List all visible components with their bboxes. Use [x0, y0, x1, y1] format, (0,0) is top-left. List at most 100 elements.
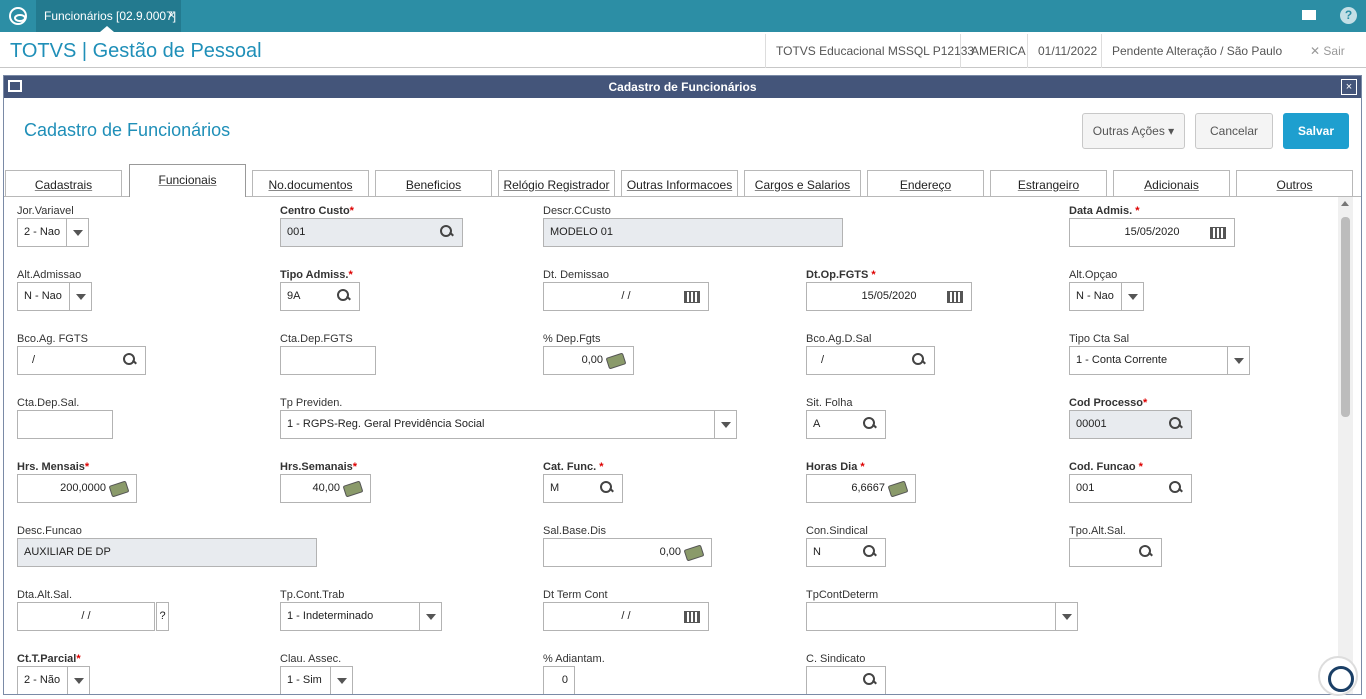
label-pct-adiantam: % Adiantam. [543, 653, 605, 665]
tipo-cta-sal-select[interactable]: 1 - Conta Corrente [1069, 346, 1250, 375]
pct-dep-fgts-input[interactable]: 0,00 [543, 346, 634, 375]
bco-ag-d-sal-input[interactable]: / [806, 346, 935, 375]
label-desc-funcao: Desc.Funcao [17, 525, 82, 537]
tipo-admiss-input[interactable]: 9A [280, 282, 360, 311]
chevron-down-icon [69, 283, 91, 310]
dt-term-cont-input[interactable]: / / [543, 602, 709, 631]
tab-no-documentos[interactable]: No.documentos [252, 170, 369, 196]
chevron-down-icon [67, 667, 89, 694]
tab-outros[interactable]: Outros [1236, 170, 1353, 196]
tab-funcionais[interactable]: Funcionais [129, 164, 246, 197]
exit-button[interactable]: ✕ Sair [1298, 34, 1345, 68]
tab-beneficios[interactable]: Beneficios [375, 170, 492, 196]
calculator-icon[interactable] [342, 480, 364, 498]
label-tp-cont-determ: TpContDeterm [806, 589, 879, 601]
data-admis-input[interactable]: 15/05/2020 [1069, 218, 1235, 247]
jor-variavel-select[interactable]: 2 - Nao [17, 218, 89, 247]
cod-processo-input[interactable]: 00001 [1069, 410, 1192, 439]
company-info: AMERICA [960, 34, 1036, 68]
cta-dep-sal-input[interactable] [17, 410, 113, 439]
scrollbar-thumb[interactable] [1341, 217, 1350, 417]
pct-adiantam-input[interactable]: 0 [543, 666, 575, 694]
bco-ag-fgts-input[interactable]: / [17, 346, 146, 375]
search-icon[interactable] [600, 481, 614, 495]
cod-funcao-input[interactable]: 001 [1069, 474, 1192, 503]
tab-estrangeiro[interactable]: Estrangeiro [990, 170, 1107, 196]
tp-cont-determ-select[interactable] [806, 602, 1078, 631]
sit-folha-input[interactable]: A [806, 410, 886, 439]
totvs-logo-icon[interactable] [9, 7, 27, 25]
cancel-button[interactable]: Cancelar [1195, 113, 1273, 149]
search-icon[interactable] [863, 673, 877, 687]
label-ct-t-parcial: Ct.T.Parcial* [17, 653, 81, 665]
mail-icon[interactable] [1302, 10, 1316, 20]
dt-op-fgts-input[interactable]: 15/05/2020 [806, 282, 972, 311]
label-tpo-alt-sal: Tpo.Alt.Sal. [1069, 525, 1126, 537]
alt-opcao-select[interactable]: N - Nao [1069, 282, 1144, 311]
chat-support-icon[interactable] [1318, 656, 1358, 696]
search-icon[interactable] [912, 353, 926, 367]
con-sindical-input[interactable]: N [806, 538, 886, 567]
tab-label: Funcionários [02.9.0007] [44, 9, 177, 23]
search-icon[interactable] [1139, 545, 1153, 559]
tp-previden-select[interactable]: 1 - RGPS-Reg. Geral Previdência Social [280, 410, 737, 439]
descr-ccusto-field: MODELO 01 [543, 218, 843, 247]
help-icon[interactable]: ? [1340, 7, 1357, 24]
search-icon[interactable] [863, 417, 877, 431]
label-tp-cont-trab: Tp.Cont.Trab [280, 589, 345, 601]
tab-outras-informacoes[interactable]: Outras Informacoes [621, 170, 738, 196]
label-sal-base-dis: Sal.Base.Dis [543, 525, 606, 537]
tab-adicionais[interactable]: Adicionais [1113, 170, 1230, 196]
horas-dia-input[interactable]: 6,6667 [806, 474, 916, 503]
tp-cont-trab-select[interactable]: 1 - Indeterminado [280, 602, 442, 631]
calendar-icon[interactable] [947, 291, 963, 303]
window-close-button[interactable]: × [1341, 79, 1357, 95]
sal-base-dis-input[interactable]: 0,00 [543, 538, 712, 567]
search-icon[interactable] [440, 225, 454, 239]
vertical-scrollbar[interactable] [1338, 197, 1353, 694]
calendar-icon[interactable] [684, 611, 700, 623]
tab-funcionarios[interactable]: Funcionários [02.9.0007] × [36, 0, 181, 32]
dta-alt-sal-help-button[interactable]: ? [156, 602, 169, 631]
cta-dep-fgts-input[interactable] [280, 346, 376, 375]
dt-demissao-input[interactable]: / / [543, 282, 709, 311]
clau-assec-select[interactable]: 1 - Sim [280, 666, 353, 694]
label-dt-term-cont: Dt Term Cont [543, 589, 608, 601]
label-clau-assec: Clau. Assec. [280, 653, 342, 665]
save-button[interactable]: Salvar [1283, 113, 1349, 149]
c-sindicato-input[interactable] [806, 666, 886, 694]
ct-t-parcial-select[interactable]: 2 - Não [17, 666, 90, 694]
calculator-icon[interactable] [887, 480, 909, 498]
close-icon: ✕ [1310, 44, 1324, 58]
calendar-icon[interactable] [1210, 227, 1226, 239]
search-icon[interactable] [1169, 481, 1183, 495]
search-icon[interactable] [337, 289, 351, 303]
tab-relogio-registrador[interactable]: Relógio Registrador [498, 170, 615, 196]
scroll-up-icon[interactable] [1341, 201, 1349, 206]
label-con-sindical: Con.Sindical [806, 525, 868, 537]
calculator-icon[interactable] [108, 480, 130, 498]
centro-custo-input[interactable]: 001 [280, 218, 463, 247]
hrs-semanais-input[interactable]: 40,00 [280, 474, 371, 503]
label-tipo-admiss: Tipo Admiss.* [280, 269, 353, 281]
cat-func-input[interactable]: M [543, 474, 623, 503]
calendar-icon[interactable] [684, 291, 700, 303]
search-icon[interactable] [123, 353, 137, 367]
tab-cadastrais[interactable]: Cadastrais [5, 170, 122, 196]
tab-cargos-e-salarios[interactable]: Cargos e Salarios [744, 170, 861, 196]
tpo-alt-sal-input[interactable] [1069, 538, 1162, 567]
dta-alt-sal-input[interactable]: / / [17, 602, 155, 631]
chevron-down-icon [330, 667, 352, 694]
alt-admissao-select[interactable]: N - Nao [17, 282, 92, 311]
other-actions-button[interactable]: Outras Ações ▾ [1082, 113, 1185, 149]
label-jor-variavel: Jor.Variavel [17, 205, 74, 217]
label-dt-op-fgts: Dt.Op.FGTS * [806, 269, 876, 281]
search-icon[interactable] [863, 545, 877, 559]
calculator-icon[interactable] [683, 544, 705, 562]
search-icon[interactable] [1169, 417, 1183, 431]
window-title: Cadastro de Funcionários [4, 76, 1361, 98]
hrs-mensais-input[interactable]: 200,0000 [17, 474, 137, 503]
tab-endereco[interactable]: Endereço [867, 170, 984, 196]
close-tab-icon[interactable]: × [168, 8, 175, 22]
calculator-icon[interactable] [605, 352, 627, 370]
